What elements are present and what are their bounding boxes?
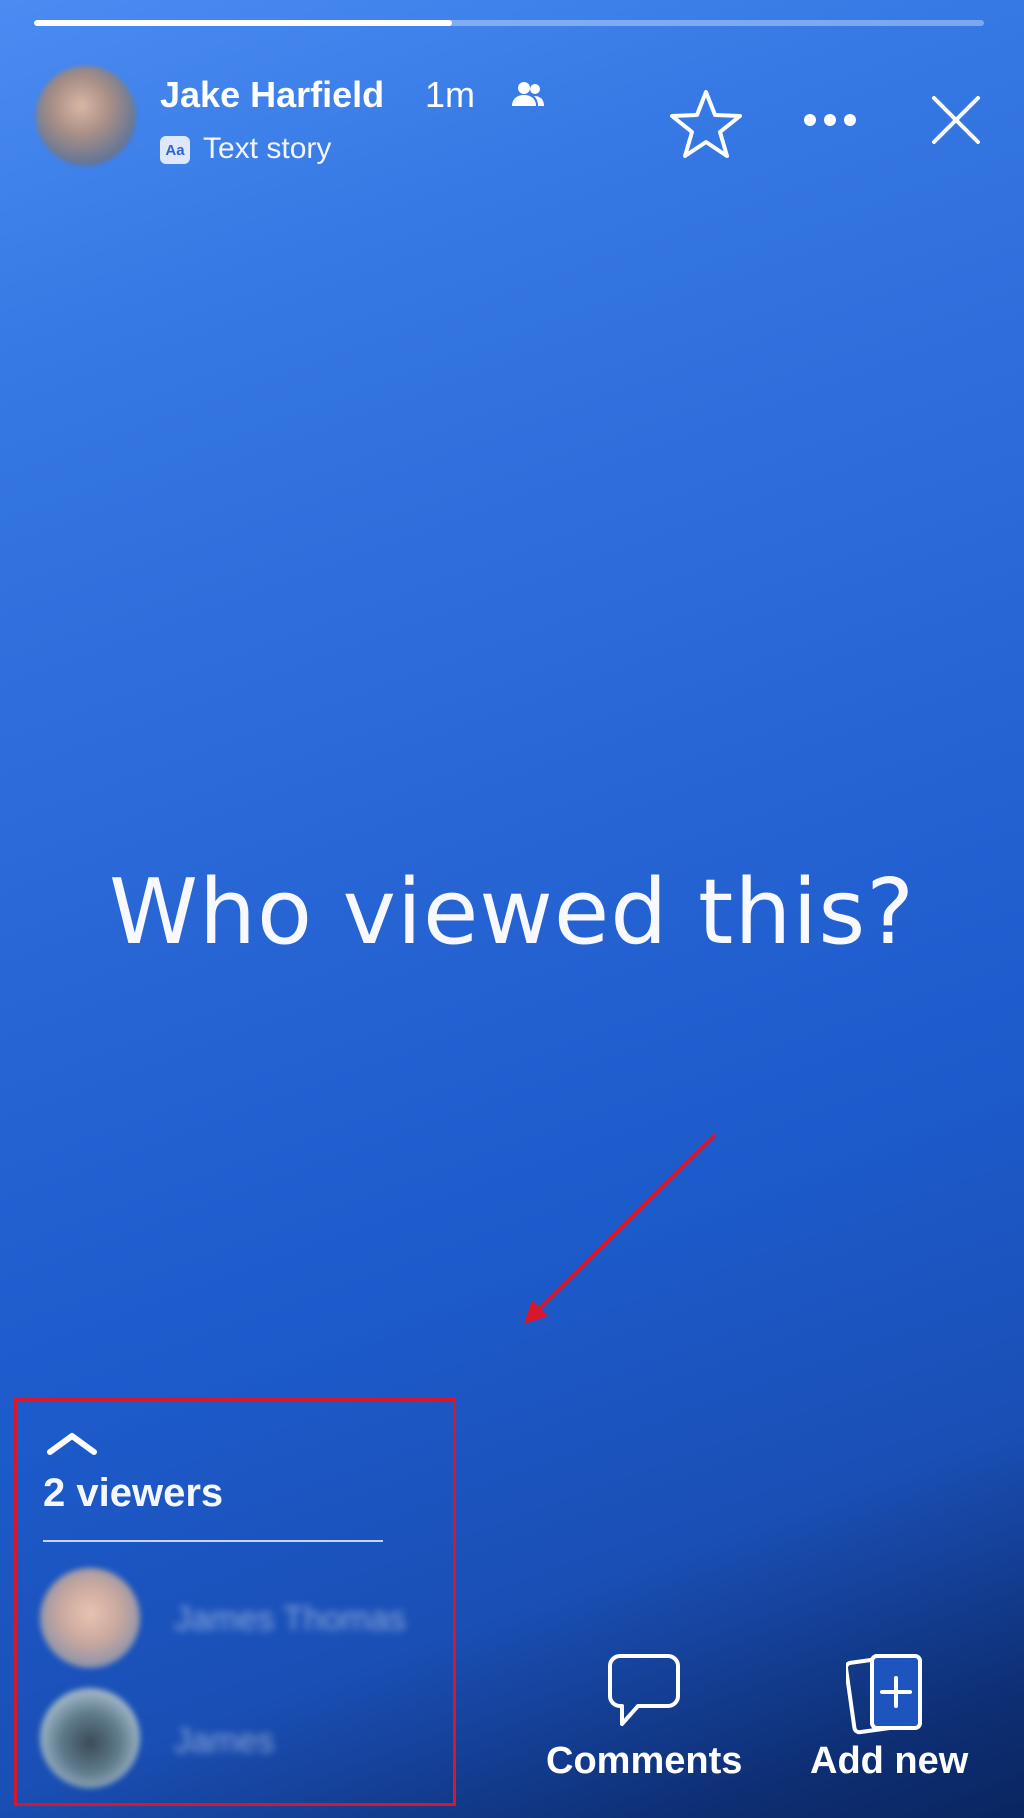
text-story-icon: Aa bbox=[160, 136, 190, 164]
story-progress-fill bbox=[34, 20, 452, 26]
more-options-icon[interactable] bbox=[800, 100, 860, 140]
story-time: 1m bbox=[425, 74, 476, 115]
star-icon[interactable] bbox=[668, 88, 744, 160]
story-text: Who viewed this? bbox=[108, 860, 916, 965]
annotation-arrow bbox=[524, 1134, 716, 1324]
author-avatar[interactable] bbox=[36, 66, 136, 166]
viewer-name[interactable]: James Thomas bbox=[174, 1600, 406, 1639]
add-new-icon[interactable] bbox=[846, 1652, 926, 1736]
story-progress-bar bbox=[34, 20, 984, 26]
viewers-divider bbox=[43, 1540, 383, 1542]
chevron-up-icon[interactable] bbox=[46, 1430, 98, 1458]
close-icon[interactable] bbox=[928, 92, 984, 148]
viewer-avatar[interactable] bbox=[40, 1688, 140, 1788]
comments-icon[interactable] bbox=[606, 1652, 682, 1732]
friends-icon bbox=[512, 82, 544, 106]
viewers-count[interactable]: 2 viewers bbox=[43, 1471, 223, 1516]
story-type-label: Text story bbox=[203, 132, 332, 165]
story-viewer: Jake Harfield 1m Aa Text story Who viewe… bbox=[0, 0, 1024, 1818]
author-name[interactable]: Jake Harfield bbox=[160, 74, 384, 116]
add-new-button[interactable]: Add new bbox=[810, 1740, 968, 1783]
viewer-avatar[interactable] bbox=[40, 1568, 140, 1668]
comments-button[interactable]: Comments bbox=[546, 1740, 742, 1783]
viewer-name[interactable]: James bbox=[174, 1722, 274, 1761]
